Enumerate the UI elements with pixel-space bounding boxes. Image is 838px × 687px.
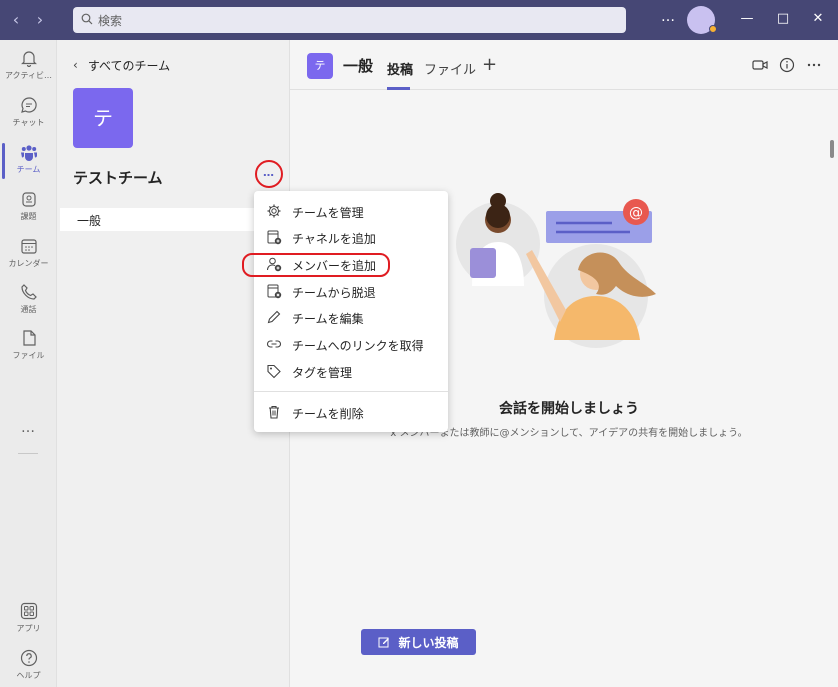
scrollbar-thumb[interactable]: [830, 140, 834, 158]
team-more-options-button[interactable]: …: [255, 160, 283, 188]
status-badge: [709, 25, 717, 33]
team-name: テストチーム: [73, 169, 163, 187]
menu-item-delete-team[interactable]: チームを削除: [254, 399, 448, 425]
app-teams-label: チーム: [16, 165, 41, 174]
app-calendar-label: カレンダー: [8, 259, 49, 268]
svg-text:@: @: [629, 205, 643, 221]
more-options-icon[interactable]: [806, 57, 822, 73]
tag-icon: [267, 364, 281, 379]
bell-icon: [20, 51, 37, 67]
user-avatar[interactable]: [687, 6, 717, 34]
channel-header: テ 一般 投稿 ファイル +: [290, 40, 838, 90]
menu-item-label: チームへのリンクを取得: [292, 339, 424, 353]
video-call-icon[interactable]: [752, 57, 768, 73]
forward-arrow-icon[interactable]: ›: [32, 10, 48, 30]
channel-item-general[interactable]: 一般: [60, 208, 256, 231]
chevron-left-icon: ‹: [73, 58, 78, 72]
info-icon[interactable]: [779, 57, 795, 73]
help-icon: [20, 649, 37, 667]
app-store-label: アプリ: [16, 624, 41, 633]
team-context-menu: チームを管理 チャネルを追加 メンバーを追加 チームから脱退 チームを編集 チー…: [254, 191, 448, 432]
app-help[interactable]: ヘルプ: [0, 649, 57, 687]
compose-icon: [378, 637, 390, 648]
app-chat-label: チャット: [12, 118, 45, 127]
search-placeholder: 検索: [98, 14, 123, 28]
calendar-icon: [20, 239, 37, 254]
link-icon: [267, 340, 281, 348]
tab-files[interactable]: ファイル: [424, 59, 476, 78]
add-member-highlight-annotation: [242, 253, 390, 277]
app-assignments[interactable]: 課題: [0, 190, 57, 234]
menu-divider: [254, 391, 448, 392]
app-teams[interactable]: チーム: [0, 143, 57, 187]
app-store[interactable]: アプリ: [0, 602, 57, 646]
search-icon: [81, 13, 93, 25]
settings-more-button[interactable]: …: [661, 9, 676, 25]
add-channel-icon: [267, 230, 282, 245]
app-files-label: ファイル: [12, 351, 45, 360]
app-calls[interactable]: 通話: [0, 283, 57, 327]
trash-icon: [269, 405, 279, 419]
app-calls-label: 通話: [20, 305, 37, 314]
menu-item-add-channel[interactable]: チャネルを追加: [254, 224, 448, 250]
all-teams-label: すべてのチーム: [87, 58, 171, 73]
app-help-label: ヘルプ: [16, 671, 41, 680]
all-teams-link[interactable]: ‹ すべてのチーム: [73, 56, 170, 74]
pencil-icon: [267, 310, 281, 324]
app-files[interactable]: ファイル: [0, 329, 57, 373]
app-bar: アクティビ… チャット チーム 課題 カレンダー 通話 ファイル … アプリ ヘ…: [0, 40, 57, 687]
app-calendar[interactable]: カレンダー: [0, 237, 57, 281]
search-input[interactable]: 検索: [73, 7, 626, 33]
assignments-icon: [21, 192, 36, 207]
chat-icon: [20, 97, 37, 113]
gear-icon: [267, 204, 281, 218]
app-activity[interactable]: アクティビ…: [0, 49, 57, 93]
minimize-button[interactable]: —: [736, 8, 758, 30]
add-tab-button[interactable]: +: [482, 54, 497, 75]
menu-item-label: チームを削除: [292, 407, 364, 421]
menu-item-label: チームから脱退: [292, 286, 376, 300]
tab-posts[interactable]: 投稿: [387, 59, 413, 78]
more-apps-button[interactable]: …: [0, 420, 57, 436]
phone-icon: [20, 284, 37, 300]
channel-avatar: テ: [307, 53, 333, 79]
new-post-label: 新しい投稿: [398, 635, 459, 650]
conversation-illustration: @: [456, 193, 656, 348]
team-avatar: テ: [73, 88, 133, 148]
app-bar-divider: [18, 453, 38, 454]
apps-icon: [20, 602, 37, 620]
teams-icon: [20, 145, 37, 161]
more-icon: …: [263, 166, 275, 179]
menu-item-label: チームを管理: [292, 206, 364, 220]
channel-title: 一般: [343, 57, 374, 75]
menu-item-leave-team[interactable]: チームから脱退: [254, 278, 448, 304]
back-arrow-icon[interactable]: ‹: [8, 10, 24, 30]
menu-item-label: タグを管理: [292, 366, 353, 380]
menu-item-label: チームを編集: [292, 312, 364, 326]
app-activity-label: アクティビ…: [4, 71, 53, 80]
leave-team-icon: [267, 284, 282, 299]
new-post-button[interactable]: 新しい投稿: [361, 629, 476, 655]
channel-label: 一般: [77, 214, 102, 228]
maximize-button[interactable]: □: [772, 8, 794, 30]
menu-item-manage-team[interactable]: チームを管理: [254, 198, 448, 224]
app-chat[interactable]: チャット: [0, 96, 57, 140]
file-icon: [22, 330, 36, 346]
tab-active-indicator: [387, 87, 410, 90]
menu-item-get-link[interactable]: チームへのリンクを取得: [254, 331, 448, 357]
menu-item-edit-team[interactable]: チームを編集: [254, 304, 448, 330]
close-button[interactable]: ✕: [807, 8, 829, 30]
app-assignments-label: 課題: [20, 212, 37, 221]
title-bar: ‹ › 検索 … — □ ✕: [0, 0, 838, 40]
menu-item-label: チャネルを追加: [292, 232, 376, 246]
menu-item-manage-tags[interactable]: タグを管理: [254, 358, 448, 384]
